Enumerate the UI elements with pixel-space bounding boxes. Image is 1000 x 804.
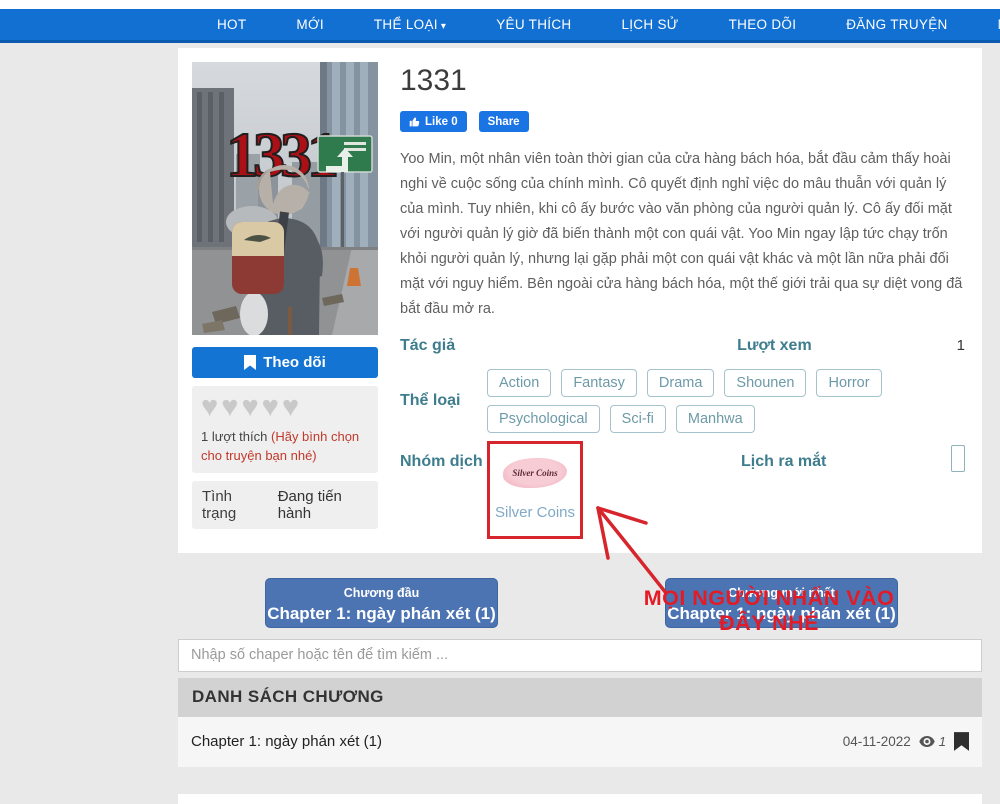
genre-tag[interactable]: Sci-fi <box>610 405 666 433</box>
facebook-widgets: Like 0 Share <box>400 111 968 132</box>
bookmark-icon <box>244 355 256 370</box>
translator-logo: Silver Coins <box>503 458 567 488</box>
status-box: Tình trạng Đang tiến hành <box>192 481 378 529</box>
genre-tag-label: Sci-fi <box>622 411 654 427</box>
rating-box: ♥♥♥♥♥ 1 lượt thích (Hãy bình chọn cho tr… <box>192 386 378 473</box>
translator-logo-text: Silver Coins <box>512 468 557 478</box>
chapter-views: 1 <box>919 734 946 749</box>
chapter-nav: Chương đầu Chapter 1: ngày phán xét (1) … <box>178 578 982 628</box>
fb-like-button[interactable]: Like 0 <box>400 111 467 132</box>
views-value: 1 <box>957 337 968 354</box>
likes-count: 1 lượt thích <box>201 429 267 444</box>
detail-main: 1331 Like 0 Share Yoo Min, một nhân viên… <box>400 62 968 539</box>
follow-button[interactable]: Theo dõi <box>192 347 378 378</box>
genre-tag-label: Manhwa <box>688 411 743 427</box>
chapter-search-input[interactable] <box>178 639 982 672</box>
manga-detail-card: 1331 <box>178 48 982 553</box>
follow-button-label: Theo dõi <box>263 354 326 371</box>
cover-sidebar: 1331 <box>192 62 378 539</box>
genre-tag[interactable]: Horror <box>816 369 881 397</box>
genre-tag-label: Drama <box>659 375 703 391</box>
fb-share-button[interactable]: Share <box>479 111 529 132</box>
genre-tag[interactable]: Drama <box>647 369 715 397</box>
status-label: Tình trạng <box>202 488 263 522</box>
genre-tag[interactable]: Manhwa <box>676 405 755 433</box>
nav-item[interactable]: MAN <box>973 17 1000 32</box>
latest-chapter-button[interactable]: Chương mới nhất Chapter 1: ngày phán xét… <box>665 578 898 628</box>
first-chapter-caption: Chương đầu <box>266 586 497 600</box>
genre-tag-label: Shounen <box>736 375 794 391</box>
schedule-label: Lịch ra mắt <box>741 441 828 539</box>
nav-item-label: YÊU THÍCH <box>496 17 571 32</box>
fb-like-label: Like 0 <box>425 116 458 128</box>
eye-icon <box>919 736 935 747</box>
genres-row: Thể loại Action Fantasy Drama Shounen Horror… <box>400 369 968 433</box>
first-chapter-button[interactable]: Chương đầu Chapter 1: ngày phán xét (1) <box>265 578 498 628</box>
chapter-row-title: Chapter 1: ngày phán xét (1) <box>191 733 382 750</box>
chapter-list-header: DANH SÁCH CHƯƠNG <box>178 678 982 717</box>
chapter-date: 04-11-2022 <box>843 734 911 749</box>
genre-tag-label: Action <box>499 375 539 391</box>
latest-chapter-caption: Chương mới nhất <box>666 586 897 600</box>
nav-item[interactable]: HOT <box>192 17 271 32</box>
schedule-empty-box <box>951 445 965 472</box>
page-title: 1331 <box>400 64 968 98</box>
chapter-views-count: 1 <box>939 734 946 749</box>
views-label: Lượt xem <box>737 337 812 355</box>
nav-item-label: THỂ LOẠI <box>374 17 438 32</box>
translator-name: Silver Coins <box>495 504 575 521</box>
description: Yoo Min, một nhân viên toàn thời gian củ… <box>400 147 968 322</box>
main-nav: HOT MỚI THỂ LOẠI ▾ YÊU THÍCH LỊCH SỬ THEO DÕI… <box>0 9 1000 43</box>
translator-row: Nhóm dịch Silver Coins Silver Coins Lịch… <box>400 441 968 539</box>
nav-item[interactable]: MỚI <box>271 17 348 32</box>
heart-rating[interactable]: ♥♥♥♥♥ <box>201 390 369 424</box>
genre-tag-label: Horror <box>828 375 869 391</box>
nav-item[interactable]: YÊU THÍCH <box>471 17 596 32</box>
genres-label: Thể loại <box>400 392 477 410</box>
top-margin <box>0 0 1000 9</box>
nav-item-label: MỚI <box>296 17 323 32</box>
status-value: Đang tiến hành <box>278 488 368 522</box>
genre-tag[interactable]: Shounen <box>724 369 806 397</box>
cover-image: 1331 <box>192 62 378 335</box>
nav-item[interactable]: THỂ LOẠI ▾ <box>349 17 471 32</box>
genre-tag[interactable]: Action <box>487 369 551 397</box>
nav-item[interactable]: ĐĂNG TRUYỆN <box>821 17 972 32</box>
author-label: Tác giả <box>400 337 455 355</box>
nav-item-label: LỊCH SỬ <box>621 17 678 32</box>
chapter-row-meta: 04-11-2022 1 <box>843 732 969 751</box>
author-views-row: Tác giả Lượt xem 1 <box>400 337 968 355</box>
genre-tag-label: Psychological <box>499 411 588 427</box>
chapter-list-row[interactable]: Chapter 1: ngày phán xét (1) 04-11-2022 … <box>178 717 982 767</box>
nav-item-label: ĐĂNG TRUYỆN <box>846 17 947 32</box>
fb-share-label: Share <box>488 116 520 128</box>
translator-label: Nhóm dịch <box>400 441 487 539</box>
thumbs-up-icon <box>409 116 420 127</box>
nav-item-label: HOT <box>217 17 246 32</box>
content-column: 1331 <box>178 48 982 804</box>
first-chapter-title: Chapter 1: ngày phán xét (1) <box>266 604 497 624</box>
likes-text: 1 lượt thích (Hãy bình chọn cho truyện b… <box>201 427 369 465</box>
nav-item[interactable]: LỊCH SỬ <box>596 17 703 32</box>
nav-item[interactable]: THEO DÕI <box>704 17 822 32</box>
genre-tag[interactable]: Fantasy <box>561 369 637 397</box>
translator-link-highlighted[interactable]: Silver Coins Silver Coins <box>487 441 583 539</box>
chevron-down-icon: ▾ <box>438 21 446 32</box>
nav-item-label: THEO DÕI <box>729 17 797 32</box>
genre-tag-label: Fantasy <box>573 375 625 391</box>
genre-tag[interactable]: Psychological <box>487 405 600 433</box>
next-section-block <box>178 794 982 804</box>
bookmark-icon[interactable] <box>954 732 969 751</box>
latest-chapter-title: Chapter 1: ngày phán xét (1) <box>666 604 897 624</box>
